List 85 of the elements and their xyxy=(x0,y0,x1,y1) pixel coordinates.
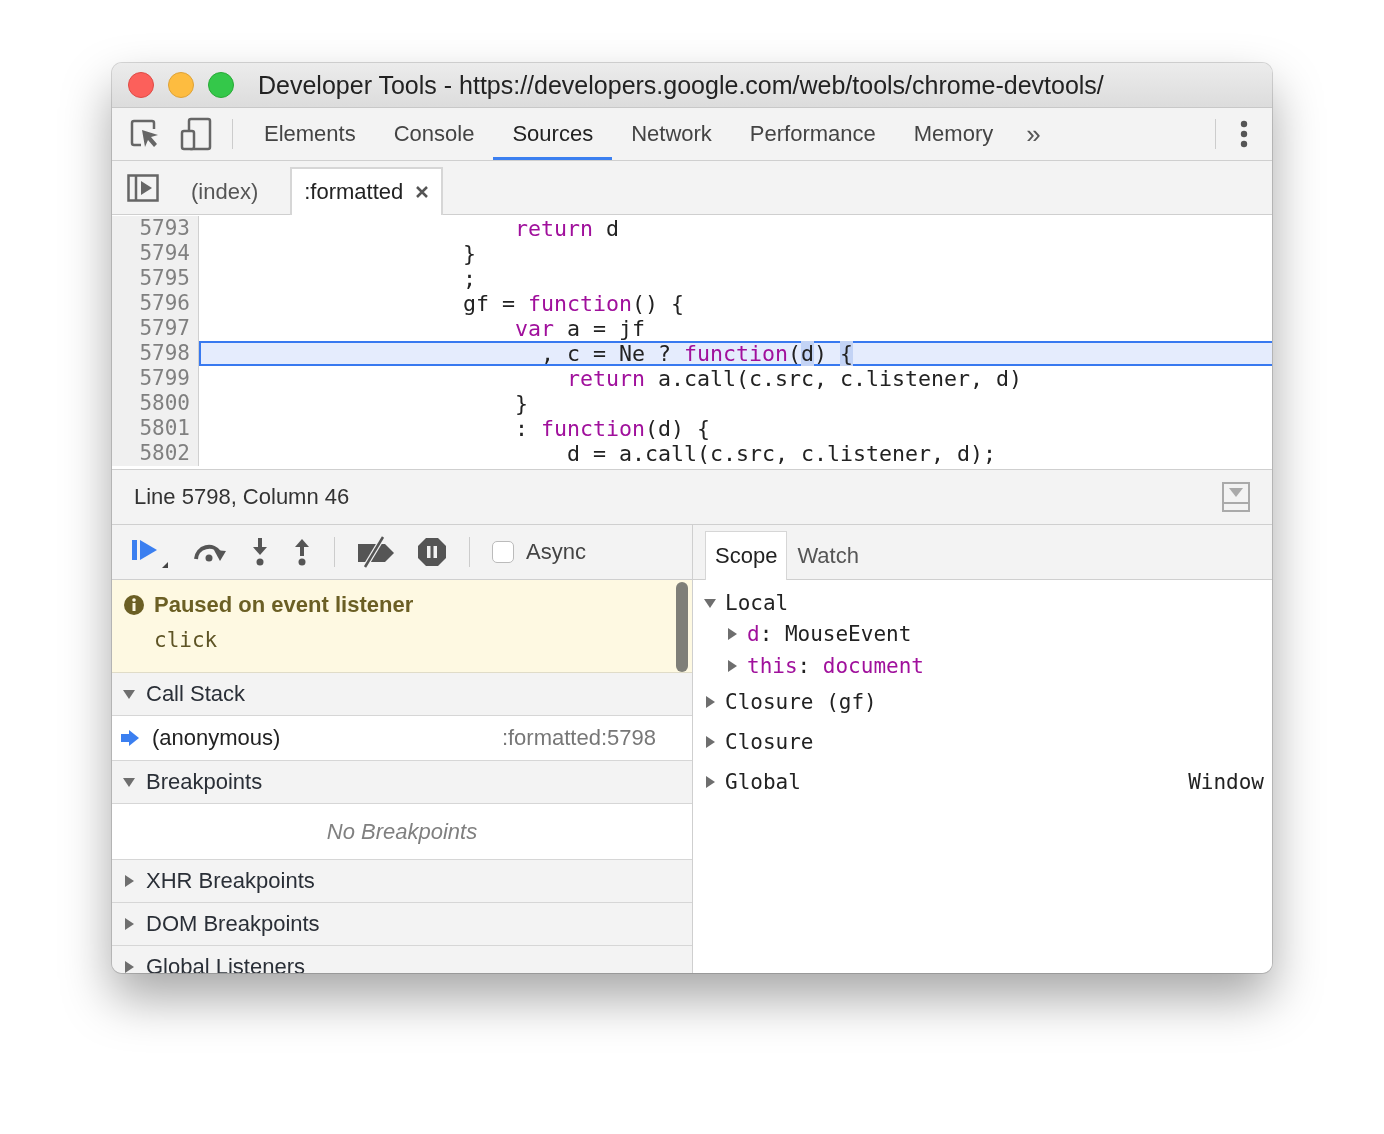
code-line: } xyxy=(514,391,529,416)
async-checkbox[interactable] xyxy=(492,541,514,563)
frame-location: :formatted:5798 xyxy=(501,725,656,751)
collapsed-triangle-icon[interactable] xyxy=(703,775,717,789)
expanded-triangle-icon[interactable] xyxy=(703,596,717,610)
pause-on-exceptions-icon[interactable] xyxy=(417,537,447,567)
more-tabs-button[interactable]: » xyxy=(1012,108,1055,160)
file-tab[interactable]: (index) xyxy=(177,167,273,214)
collapsed-triangle-icon[interactable] xyxy=(122,960,136,973)
frame-name: (anonymous) xyxy=(152,725,282,751)
paused-detail: click xyxy=(154,628,219,652)
section-header[interactable]: Breakpoints xyxy=(112,761,692,804)
panel-tab[interactable]: Performance xyxy=(730,108,895,160)
window-title: Developer Tools - https://developers.google.com/web/tools/chrome-devtools/ xyxy=(258,70,1104,100)
step-out-icon[interactable] xyxy=(292,537,312,567)
code-line: return a.call(c.src, c.listener, d) xyxy=(566,366,1024,391)
sidebar-tab[interactable]: Watch xyxy=(787,531,869,579)
scope-label: Closure (gf) xyxy=(725,690,877,714)
property: d: MouseEvent xyxy=(747,622,912,646)
toggle-drawer-icon[interactable] xyxy=(1222,482,1250,512)
scope-item[interactable]: Local xyxy=(703,588,1264,618)
line-number: 5800 xyxy=(112,391,199,416)
code-line: gf = function() { xyxy=(462,291,686,316)
line-number: 5794 xyxy=(112,241,199,266)
line-number: 5796 xyxy=(112,291,199,316)
code-line: var a = jf xyxy=(514,316,647,341)
step-into-icon[interactable] xyxy=(250,537,270,567)
code-line: d = a.call(c.src, c.listener, d); xyxy=(566,441,998,466)
scope-value: Window xyxy=(1188,770,1264,794)
code-line: } xyxy=(462,241,477,266)
code-line: : function(d) { xyxy=(514,416,712,441)
line-number: 5802 xyxy=(112,441,199,466)
property: this: document xyxy=(747,654,924,678)
empty-message: No Breakpoints xyxy=(326,818,478,845)
async-label: Async xyxy=(526,539,586,565)
scope-item[interactable]: Closure xyxy=(703,722,1264,762)
inspect-element-icon[interactable] xyxy=(130,119,160,149)
scope-label: Local xyxy=(725,591,789,615)
property-row[interactable]: this: document xyxy=(703,650,1264,682)
call-frame[interactable]: (anonymous) :formatted:5798 xyxy=(112,716,692,761)
section-title: Breakpoints xyxy=(146,769,263,795)
deactivate-breakpoints-icon[interactable] xyxy=(357,536,395,568)
section-title: Call Stack xyxy=(146,681,246,707)
section-header[interactable]: Call Stack xyxy=(112,673,692,716)
line-number: 5799 xyxy=(112,366,199,391)
collapsed-triangle-icon[interactable] xyxy=(122,917,136,931)
panel-tab[interactable]: Elements xyxy=(245,108,375,160)
section-title: DOM Breakpoints xyxy=(146,911,320,937)
info-icon xyxy=(124,595,144,615)
scope-label: Global xyxy=(725,770,801,794)
collapsed-triangle-icon[interactable] xyxy=(703,735,717,749)
section-title: XHR Breakpoints xyxy=(146,868,315,894)
cursor-position: Line 5798, Column 46 xyxy=(134,484,351,510)
line-number: 5801 xyxy=(112,416,199,441)
file-tab[interactable]: :formatted xyxy=(290,167,444,215)
section-header[interactable]: DOM Breakpoints xyxy=(112,903,692,946)
scope-label: Closure xyxy=(725,730,814,754)
navigator-toggle-icon[interactable] xyxy=(127,173,159,202)
code-line: ; xyxy=(462,266,477,291)
sidebar-tab[interactable]: Scope xyxy=(705,531,788,580)
device-toolbar-icon[interactable] xyxy=(180,117,212,151)
expanded-triangle-icon[interactable] xyxy=(122,687,136,701)
close-icon[interactable] xyxy=(415,185,430,199)
expanded-triangle-icon[interactable] xyxy=(122,775,136,789)
line-number: 5795 xyxy=(112,266,199,291)
line-number: 5797 xyxy=(112,316,199,341)
scope-item[interactable]: Global Window xyxy=(703,762,1264,802)
scrollbar-thumb[interactable] xyxy=(676,582,688,672)
collapsed-triangle-icon[interactable] xyxy=(725,659,739,673)
section-header[interactable]: XHR Breakpoints xyxy=(112,860,692,903)
collapsed-triangle-icon[interactable] xyxy=(703,695,717,709)
close-window-button[interactable] xyxy=(128,72,154,98)
collapsed-triangle-icon[interactable] xyxy=(725,627,739,641)
property-row[interactable]: d: MouseEvent xyxy=(703,618,1264,650)
panel-tab[interactable]: Console xyxy=(374,108,494,160)
paused-title: Paused on event listener xyxy=(154,592,414,618)
collapsed-triangle-icon[interactable] xyxy=(122,874,136,888)
code-line: return d xyxy=(514,216,621,241)
scope-item[interactable]: Closure (gf) xyxy=(703,682,1264,722)
panel-tab[interactable]: Sources xyxy=(493,108,613,160)
line-number: 5793 xyxy=(112,216,199,241)
panel-tab[interactable]: Network xyxy=(612,108,731,160)
line-number: 5798 xyxy=(112,341,199,366)
menu-icon[interactable] xyxy=(1240,120,1248,148)
panel-tab[interactable]: Memory xyxy=(894,108,1013,160)
